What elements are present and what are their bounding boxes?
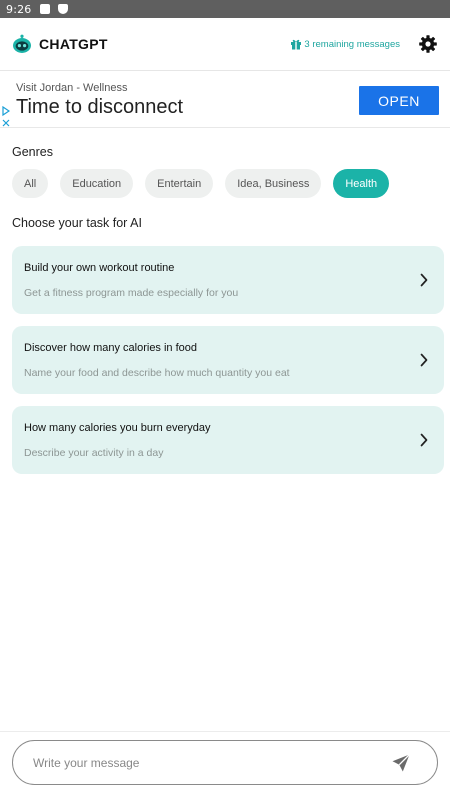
task-description: Get a fitness program made especially fo… bbox=[24, 287, 239, 299]
send-icon[interactable] bbox=[391, 753, 411, 773]
shield-icon bbox=[57, 4, 68, 14]
ad-banner[interactable]: Visit Jordan - Wellness Time to disconne… bbox=[0, 72, 450, 128]
task-description: Name your food and describe how much qua… bbox=[24, 367, 290, 379]
android-icon bbox=[39, 4, 50, 14]
status-bar: 9:26 bbox=[0, 0, 450, 18]
header-right: 3 remaining messages bbox=[290, 34, 438, 54]
gift-icon bbox=[291, 39, 302, 50]
message-input[interactable] bbox=[33, 751, 373, 775]
remaining-messages[interactable]: 3 remaining messages bbox=[290, 38, 400, 50]
status-time: 9:26 bbox=[6, 2, 32, 16]
task-card-workout[interactable]: Build your own workout routine Get a fit… bbox=[12, 246, 444, 314]
message-composer bbox=[12, 740, 438, 785]
ad-title: Time to disconnect bbox=[16, 96, 184, 118]
genre-chips: All Education Entertain Idea, Business H… bbox=[12, 169, 390, 198]
chevron-right-icon bbox=[420, 353, 428, 367]
robot-icon bbox=[13, 34, 31, 53]
genre-chip-entertain[interactable]: Entertain bbox=[145, 169, 214, 198]
composer-divider bbox=[0, 731, 450, 732]
task-card-calories-food[interactable]: Discover how many calories in food Name … bbox=[12, 326, 444, 394]
task-description: Describe your activity in a day bbox=[24, 447, 164, 459]
app-header: CHATGPT 3 remaining messages bbox=[0, 18, 450, 71]
task-card-calories-burn[interactable]: How many calories you burn everyday Desc… bbox=[12, 406, 444, 474]
genre-chip-all[interactable]: All bbox=[12, 169, 49, 198]
task-title: Build your own workout routine bbox=[24, 262, 175, 274]
genre-chip-idea-business[interactable]: Idea, Business bbox=[225, 169, 322, 198]
ad-open-button[interactable]: OPEN bbox=[359, 86, 439, 115]
app-title: CHATGPT bbox=[39, 36, 108, 52]
task-title: Discover how many calories in food bbox=[24, 342, 198, 354]
genre-chip-health[interactable]: Health bbox=[333, 169, 390, 198]
gear-icon[interactable] bbox=[418, 34, 438, 54]
genre-chip-education[interactable]: Education bbox=[60, 169, 134, 198]
task-title: How many calories you burn everyday bbox=[24, 422, 211, 434]
chevron-right-icon bbox=[420, 433, 428, 447]
chevron-right-icon bbox=[420, 273, 428, 287]
ad-choices-icon[interactable] bbox=[2, 106, 10, 128]
tasks-label: Choose your task for AI bbox=[12, 216, 142, 230]
ad-subtitle: Visit Jordan - Wellness bbox=[16, 82, 128, 94]
remaining-messages-label: 3 remaining messages bbox=[304, 38, 400, 50]
genres-label: Genres bbox=[12, 145, 53, 159]
